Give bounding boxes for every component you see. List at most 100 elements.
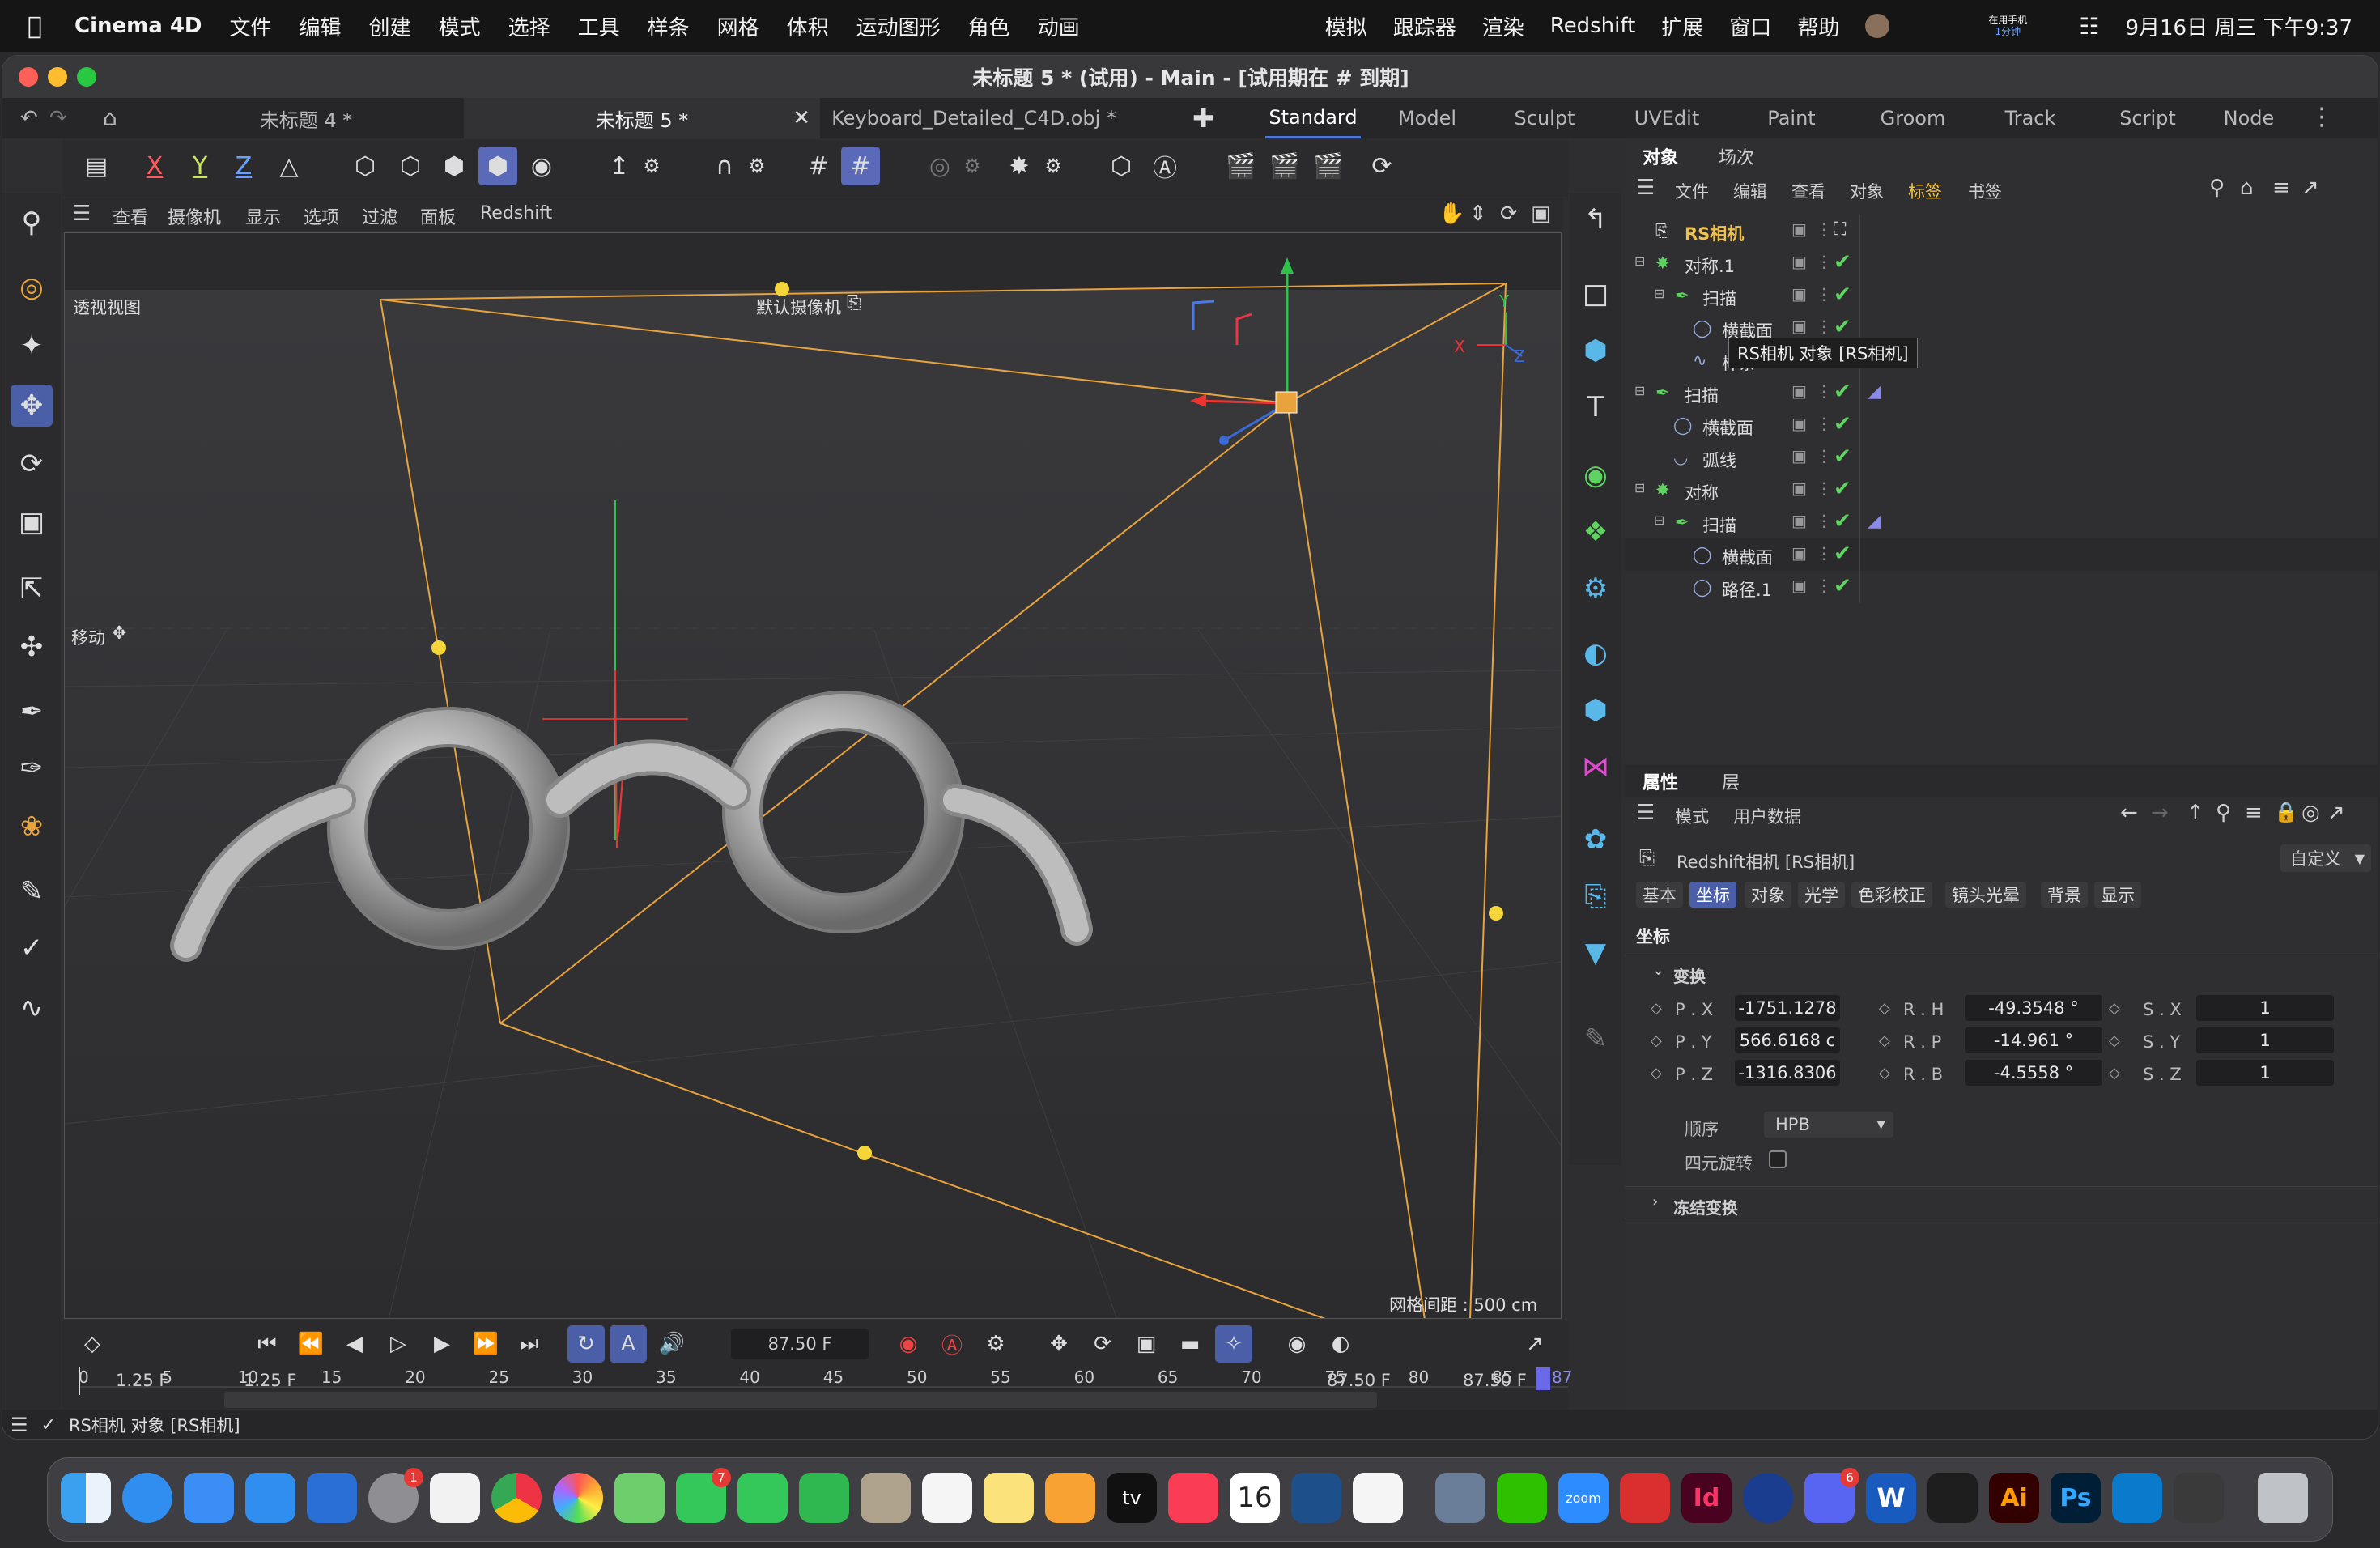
am-target-icon[interactable]: ◎	[2301, 801, 2320, 825]
am-hamburger-icon[interactable]: ☰	[1636, 801, 1655, 825]
new-tab-icon[interactable]: ✚	[1192, 103, 1214, 134]
enabled-check-icon[interactable]: ✔	[1834, 509, 1851, 534]
light-icon[interactable]: ✿	[1575, 819, 1617, 861]
tree-item-profile-2[interactable]: ◯ 横截面 ▣ ⋮ ✔	[1625, 409, 2378, 441]
layer-toggle-icon[interactable]: ▣	[1791, 511, 1807, 530]
am-search-icon[interactable]: ⚲	[2216, 801, 2231, 825]
viewport-hamburger-icon[interactable]: ☰	[72, 202, 91, 226]
doc-tab-untitled5[interactable]: 未标题 5 * ✕	[464, 98, 820, 138]
photos-icon[interactable]	[553, 1473, 603, 1523]
status-menu-icon[interactable]: ☰	[11, 1414, 28, 1436]
menu-create[interactable]: 创建	[369, 11, 411, 41]
chrome-icon[interactable]	[491, 1473, 542, 1523]
numbers-icon[interactable]	[799, 1473, 849, 1523]
viewport-menu-display[interactable]: 显示	[245, 203, 281, 229]
keyframe-diamond-icon[interactable]: ◇	[2109, 1032, 2120, 1049]
close-window-icon[interactable]	[19, 67, 38, 87]
position-y-field[interactable]: 566.6168 c	[1735, 1027, 1840, 1053]
reminders-icon[interactable]	[922, 1473, 972, 1523]
subtab-color-correction[interactable]: 色彩校正	[1851, 882, 1932, 908]
key-scale-icon[interactable]: ▣	[1128, 1325, 1165, 1363]
tree-item-symmetry[interactable]: ⊟ ✸ 对称 ▣ ⋮ ✔	[1625, 474, 2378, 506]
field-icon[interactable]: ◐	[1575, 632, 1617, 674]
transform-group-header[interactable]: ⌄ 变换	[1625, 955, 2378, 987]
key-pla-icon[interactable]: ✧	[1215, 1325, 1252, 1363]
enabled-check-icon[interactable]: ✔	[1834, 477, 1851, 501]
layout-standard[interactable]: Standard	[1265, 98, 1361, 138]
discord-icon[interactable]: 6	[1804, 1468, 1859, 1523]
tree-item-path-1[interactable]: ◯ 路径.1 ▣ ⋮ ✔	[1625, 571, 2378, 603]
sound-icon[interactable]: 🔊	[653, 1325, 691, 1363]
spline-sketch-icon[interactable]: ✑	[11, 747, 53, 789]
am-menu-mode[interactable]: 模式	[1675, 804, 1709, 828]
range-end2-label[interactable]: 87.50 F	[1463, 1371, 1527, 1390]
am-new-window-icon[interactable]: ↗	[2327, 801, 2345, 825]
om-search-icon[interactable]: ⚲	[2209, 176, 2225, 200]
menu-character[interactable]: 角色	[968, 11, 1010, 41]
tweak-tool-icon[interactable]: ✦	[11, 325, 53, 367]
axis-y-button[interactable]: Y	[181, 147, 219, 185]
current-frame-field[interactable]: 87.50 F	[731, 1329, 869, 1359]
range-bar[interactable]	[224, 1392, 1377, 1408]
render-view-icon[interactable]: 🎬	[1222, 147, 1260, 185]
perspective-viewport[interactable]: 透视视图 默认摄像机 ⎘ Y X Z 移动 ✥ 网格间距 : 500 cm	[64, 232, 1562, 1319]
collapse-icon[interactable]: ⊟	[1654, 512, 1664, 528]
visibility-dots-icon[interactable]: ⋮	[1816, 381, 1832, 401]
layer-toggle-icon[interactable]: ▣	[1791, 381, 1807, 401]
enabled-check-icon[interactable]: ✔	[1834, 444, 1851, 469]
viewport-menu-options[interactable]: 选项	[304, 203, 339, 229]
rotation-h-field[interactable]: -49.3548 °	[1965, 995, 2102, 1021]
motion-system-icon[interactable]: ◉	[1278, 1325, 1315, 1363]
keyframe-diamond-icon[interactable]: ◇	[1879, 1065, 1890, 1082]
viewport-menu-camera[interactable]: 摄像机	[168, 203, 221, 229]
om-menu-file[interactable]: 文件	[1675, 179, 1709, 203]
keyframe-diamond-icon[interactable]: ◇	[1651, 1032, 1662, 1049]
enabled-check-icon[interactable]: ✔	[1834, 250, 1851, 274]
null-object-icon[interactable]: ↰	[1575, 198, 1617, 240]
layer-toggle-icon[interactable]: ▣	[1791, 446, 1807, 466]
viewport-render-icon[interactable]: ⬡	[1102, 147, 1141, 185]
subtab-optical[interactable]: 光学	[1798, 882, 1845, 908]
search-icon[interactable]: ⚲	[11, 202, 53, 244]
om-menu-bookmarks[interactable]: 书签	[1968, 179, 2002, 203]
viewport-menu-redshift[interactable]: Redshift	[480, 203, 552, 223]
menu-volume[interactable]: 体积	[787, 11, 829, 41]
tree-item-sweep-3[interactable]: ⊟ ✒ 扫描 ▣ ⋮ ✔ ◢	[1625, 506, 2378, 538]
enabled-check-icon[interactable]: ✔	[1834, 542, 1851, 566]
layout-script[interactable]: Script	[2091, 98, 2204, 138]
subtab-coordinates[interactable]: 坐标	[1689, 882, 1736, 908]
viewport-menu-view[interactable]: 查看	[113, 203, 148, 229]
om-menu-tags[interactable]: 标签	[1908, 179, 1942, 203]
menu-extensions[interactable]: 扩展	[1661, 11, 1703, 41]
menu-simulate[interactable]: 模拟	[1325, 11, 1367, 41]
subtab-basic[interactable]: 基本	[1636, 882, 1683, 908]
pan-view-icon[interactable]: ✋	[1439, 202, 1464, 226]
menu-spline[interactable]: 样条	[648, 11, 690, 41]
subtab-background[interactable]: 背景	[2041, 882, 2088, 908]
subtab-object[interactable]: 对象	[1745, 882, 1791, 908]
om-new-window-icon[interactable]: ↗	[2301, 176, 2319, 200]
menu-animation[interactable]: 动画	[1038, 11, 1080, 41]
forward-arrow-icon[interactable]: →	[2151, 801, 2169, 825]
collapse-icon[interactable]: ⊟	[1634, 480, 1645, 495]
layout-groom[interactable]: Groom	[1856, 98, 1970, 138]
visibility-dots-icon[interactable]: ⋮	[1816, 252, 1832, 271]
doc-tab-untitled4[interactable]: 未标题 4 *	[156, 98, 456, 138]
brush-tool-icon[interactable]: ✎	[11, 870, 53, 912]
record-key-icon[interactable]: ◉	[890, 1325, 927, 1363]
select-tool-icon[interactable]: ◎	[11, 266, 53, 308]
menu-select[interactable]: 选择	[508, 11, 550, 41]
menu-render[interactable]: 渲染	[1482, 11, 1524, 41]
go-to-start-icon[interactable]: ⏮	[249, 1325, 286, 1363]
sketch-icon[interactable]: ✎	[1575, 1018, 1617, 1060]
solo-settings-icon[interactable]: ⚙	[953, 147, 992, 185]
keyframe-diamond-icon[interactable]: ◇	[1879, 1032, 1890, 1049]
photoshop-icon[interactable]: Ps	[2051, 1473, 2101, 1523]
menubar-datetime[interactable]: 9月16日 周三 下午9:37	[2125, 11, 2352, 41]
play-icon[interactable]: ▷	[380, 1325, 417, 1363]
menu-tracker[interactable]: 跟踪器	[1393, 11, 1456, 41]
axis-x-button[interactable]: X	[135, 147, 174, 185]
rotation-p-field[interactable]: -14.961 °	[1965, 1027, 2102, 1053]
autokey-icon[interactable]: A	[610, 1325, 647, 1363]
am-filter-icon[interactable]: ≡	[2245, 801, 2263, 825]
